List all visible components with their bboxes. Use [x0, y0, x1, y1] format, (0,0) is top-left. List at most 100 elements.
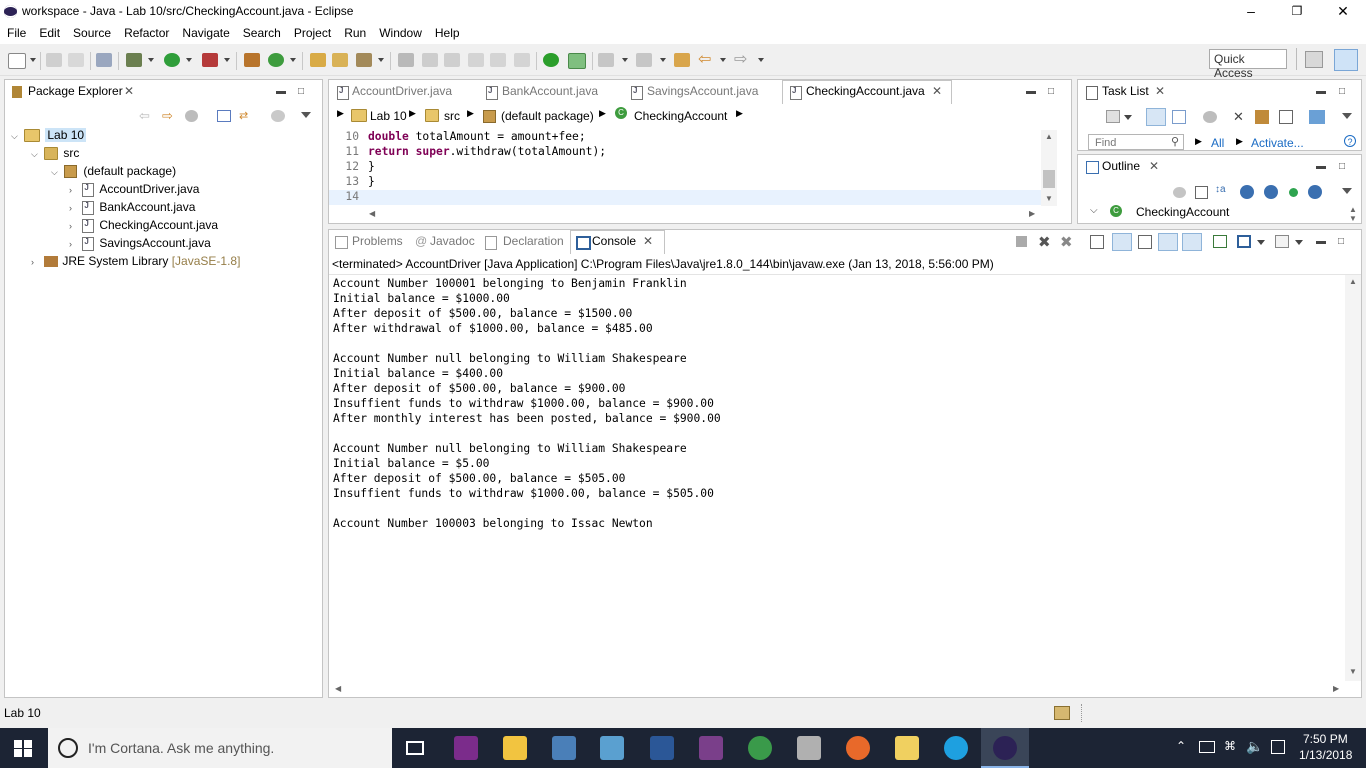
remove-launch-icon[interactable]: ✖: [1038, 233, 1051, 251]
pin-console-icon[interactable]: [1213, 235, 1227, 248]
open-console-icon[interactable]: [1275, 235, 1289, 248]
focus-icon[interactable]: [1173, 187, 1186, 198]
scroll-left-icon[interactable]: ◀: [335, 684, 341, 693]
show-stderr-icon[interactable]: [1182, 233, 1202, 251]
tree-item-package[interactable]: ⌵ (default package): [51, 164, 176, 182]
maximize-icon[interactable]: □: [1339, 86, 1345, 97]
editor-vertical-scrollbar[interactable]: ▲ ▼: [1041, 130, 1057, 206]
breadcrumb-package[interactable]: (default package): [501, 109, 594, 123]
search-dropdown-icon[interactable]: [378, 58, 384, 62]
tree-item-jre[interactable]: › JRE System Library [JavaSE-1.8]: [31, 254, 240, 272]
tree-item-file[interactable]: › CheckingAccount.java: [69, 218, 218, 236]
expanded-chevron-icon[interactable]: ⌵: [51, 167, 61, 178]
tab-package-explorer[interactable]: Package Explorer: [28, 84, 123, 98]
tree-item-file[interactable]: › AccountDriver.java: [69, 182, 199, 200]
find-input[interactable]: Find ⚲: [1088, 134, 1184, 150]
activate-link[interactable]: Activate...: [1251, 136, 1304, 150]
close-tab-icon[interactable]: ✕: [932, 84, 942, 98]
menu-help[interactable]: Help: [428, 24, 466, 40]
collapse-all-icon[interactable]: [1195, 186, 1208, 199]
maximize-icon[interactable]: □: [1339, 161, 1345, 172]
open-task-icon[interactable]: [332, 53, 348, 67]
collapsed-chevron-icon[interactable]: ›: [69, 221, 79, 231]
close-tab-icon[interactable]: ✕: [124, 84, 134, 98]
back-nav-icon[interactable]: ⇦: [139, 109, 153, 122]
new-class-dropdown-icon[interactable]: [290, 58, 296, 62]
breadcrumb-arrow-icon[interactable]: ▶: [409, 108, 416, 119]
tab-checkingaccount[interactable]: CheckingAccount.java: [806, 84, 925, 98]
run-dropdown-icon[interactable]: [186, 58, 192, 62]
tree-item-project[interactable]: ⌵ Lab 10: [11, 128, 87, 146]
sticky-notes-icon[interactable]: [895, 736, 919, 760]
collapsed-chevron-icon[interactable]: ›: [69, 239, 79, 249]
collapsed-chevron-icon[interactable]: ›: [69, 185, 79, 195]
help-icon[interactable]: ?: [1344, 135, 1356, 147]
breadcrumb-arrow-icon[interactable]: ▶: [736, 108, 743, 119]
scroll-up-icon[interactable]: ▲: [1045, 132, 1053, 141]
tray-overflow-icon[interactable]: ⌃: [1176, 739, 1186, 753]
expanded-chevron-icon[interactable]: ⌵: [1090, 205, 1098, 216]
prev-annotation-icon[interactable]: [636, 53, 652, 67]
tab-outline[interactable]: Outline: [1102, 159, 1140, 173]
file-explorer-icon[interactable]: [503, 736, 527, 760]
console-vertical-scrollbar[interactable]: ▲ ▼: [1345, 275, 1361, 681]
categorized-icon[interactable]: [1146, 108, 1166, 126]
battery-icon[interactable]: [1199, 741, 1215, 753]
view-menu-icon[interactable]: [301, 112, 311, 118]
breadcrumb-arrow-icon[interactable]: ▶: [337, 108, 344, 119]
scroll-thumb[interactable]: [1043, 170, 1055, 188]
menu-file[interactable]: File: [0, 24, 32, 40]
tab-task-list[interactable]: Task List: [1102, 84, 1149, 98]
focus-icon[interactable]: [1203, 111, 1217, 123]
last-edit-icon[interactable]: [674, 53, 690, 67]
maximize-icon[interactable]: □: [298, 86, 304, 97]
expanded-chevron-icon[interactable]: ⌵: [31, 149, 41, 160]
menu-window[interactable]: Window: [372, 24, 428, 40]
new-java-project-icon[interactable]: [244, 53, 260, 67]
toggle-mark-occurrences-icon[interactable]: [422, 53, 438, 67]
next-annotation-dropdown-icon[interactable]: [622, 58, 628, 62]
progress-icon[interactable]: [1054, 706, 1070, 720]
run-last-icon[interactable]: [543, 53, 559, 67]
open-console-dropdown-icon[interactable]: [1295, 240, 1303, 245]
debug-icon[interactable]: [126, 53, 142, 67]
menu-navigate[interactable]: Navigate: [175, 24, 235, 40]
collapsed-chevron-icon[interactable]: ›: [31, 257, 41, 267]
quick-access-input[interactable]: Quick Access: [1209, 49, 1287, 80]
snipping-tool-icon[interactable]: [797, 736, 821, 760]
menu-refactor[interactable]: Refactor: [117, 24, 175, 40]
forward-dropdown-icon[interactable]: [758, 58, 764, 62]
breadcrumb-class[interactable]: CheckingAccount: [634, 109, 727, 123]
breadcrumb-src[interactable]: src: [444, 109, 460, 123]
show-whitespace-icon[interactable]: [490, 53, 506, 67]
tab-console[interactable]: Console: [592, 234, 636, 248]
view-menu-icon[interactable]: [1342, 113, 1352, 119]
scroll-down-icon[interactable]: ▼: [1349, 667, 1357, 676]
tree-item-file[interactable]: › SavingsAccount.java: [69, 236, 211, 254]
scroll-arrows-icon[interactable]: ▲ ▼: [1349, 205, 1357, 223]
sync-icon[interactable]: [1255, 110, 1269, 124]
menu-project[interactable]: Project: [287, 24, 337, 40]
scroll-right-icon[interactable]: ▶: [1029, 209, 1035, 218]
clock-time[interactable]: 7:50 PM: [1303, 732, 1348, 746]
cortana-search-box[interactable]: I'm Cortana. Ask me anything.: [48, 728, 392, 768]
editor-horizontal-scrollbar[interactable]: ◀ ▶: [365, 207, 1041, 221]
presentation-icon[interactable]: [1309, 110, 1325, 124]
show-stdout-icon[interactable]: [1158, 233, 1178, 251]
new-class-icon[interactable]: [268, 53, 284, 67]
display-console-icon[interactable]: [1237, 235, 1251, 248]
outline-class-item[interactable]: CheckingAccount: [1136, 205, 1229, 219]
hide-local-types-icon[interactable]: [1308, 185, 1322, 199]
chrome-icon[interactable]: [748, 736, 772, 760]
scheduled-icon[interactable]: [1172, 110, 1186, 124]
coverage-icon[interactable]: [202, 53, 218, 67]
minimize-icon[interactable]: ▬: [1316, 161, 1326, 172]
menu-run[interactable]: Run: [337, 24, 372, 40]
windows-start-icon[interactable]: [14, 740, 32, 757]
hide-static-icon[interactable]: [1264, 185, 1278, 199]
open-perspective-icon[interactable]: [1305, 51, 1323, 68]
save-icon[interactable]: [46, 53, 62, 67]
breadcrumb-project[interactable]: Lab 10: [370, 109, 407, 123]
hide-completed-icon[interactable]: ✕: [1233, 109, 1244, 125]
breakpoint-icon[interactable]: [568, 53, 586, 69]
